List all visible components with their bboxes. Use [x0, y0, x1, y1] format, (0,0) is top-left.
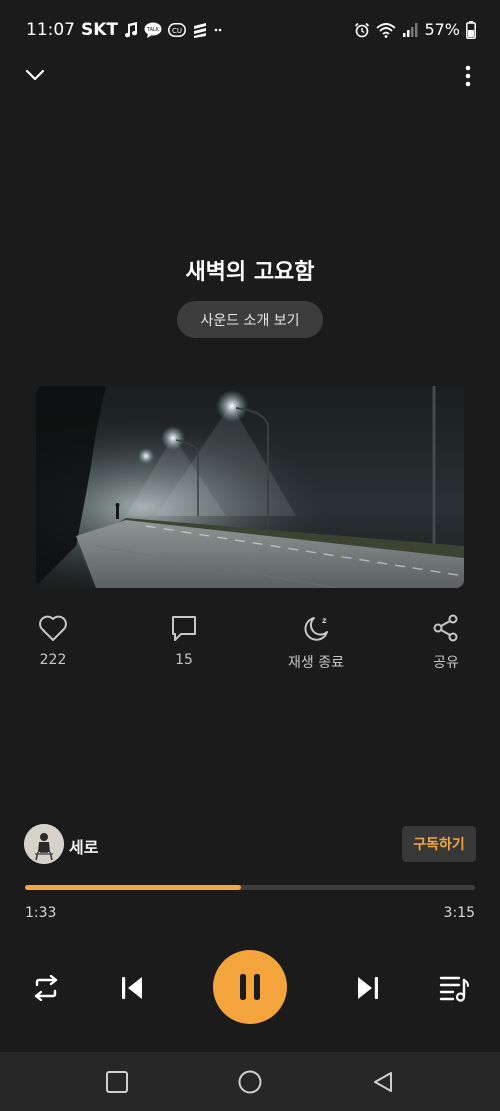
- progress-bar[interactable]: [25, 885, 475, 890]
- comment-button[interactable]: 15: [144, 612, 224, 668]
- recent-apps-button[interactable]: [104, 1069, 130, 1095]
- more-vertical-icon: [465, 65, 471, 87]
- comment-icon: [168, 612, 200, 644]
- sound-intro-button[interactable]: 사운드 소개 보기: [177, 301, 323, 338]
- system-nav-bar: [0, 1052, 500, 1111]
- recent-apps-icon: [106, 1071, 128, 1093]
- repeat-button[interactable]: [28, 972, 64, 1004]
- music-note-icon: [124, 22, 138, 38]
- foggy-road-image: [36, 386, 464, 588]
- playlist-icon: [439, 976, 469, 1002]
- wifi-icon: [376, 22, 397, 38]
- repeat-icon: [34, 975, 58, 1001]
- like-button[interactable]: 222: [13, 612, 93, 668]
- status-time: 11:07: [26, 20, 75, 40]
- progress-fill: [25, 885, 241, 890]
- share-button[interactable]: 공유: [406, 612, 486, 672]
- skip-next-icon: [358, 977, 378, 999]
- track-title: 새벽의 고요함: [185, 260, 315, 285]
- svg-text:CU: CU: [172, 27, 182, 35]
- chevron-down-icon: [25, 69, 45, 81]
- signal-icon: [402, 22, 418, 38]
- more-options-button[interactable]: [460, 64, 476, 88]
- comment-count: 15: [175, 652, 193, 668]
- share-label: 공유: [433, 655, 459, 671]
- svg-text:z: z: [322, 616, 327, 625]
- pause-icon: [240, 974, 260, 1000]
- back-button[interactable]: [370, 1069, 396, 1095]
- more-notifications-icon: [214, 22, 224, 38]
- player-top-bar: [0, 62, 500, 88]
- playlist-button[interactable]: [436, 972, 472, 1004]
- status-bar: 11:07 SKT TALK CU 57%: [0, 0, 500, 62]
- app-icon: [192, 22, 208, 38]
- artist-avatar[interactable]: [24, 824, 64, 864]
- moon-icon: z: [300, 612, 332, 644]
- svg-text:TALK: TALK: [146, 27, 160, 33]
- back-icon: [374, 1072, 392, 1092]
- home-button[interactable]: [237, 1069, 263, 1095]
- artist-name[interactable]: 세로: [69, 834, 98, 858]
- total-time: 3:15: [443, 905, 475, 921]
- kakaotalk-icon: TALK: [144, 22, 162, 38]
- status-right: 57%: [354, 20, 476, 39]
- status-carrier: SKT: [81, 20, 119, 40]
- playback-controls: [0, 950, 500, 1026]
- cu-icon: CU: [168, 23, 186, 37]
- battery-percent: 57%: [424, 20, 460, 39]
- cover-art: [36, 386, 464, 588]
- share-icon: [430, 612, 462, 644]
- status-left: 11:07 SKT TALK CU: [26, 20, 224, 40]
- artist-row: 세로 구독하기: [24, 824, 476, 864]
- skip-previous-icon: [122, 977, 142, 999]
- current-time: 1:33: [25, 905, 57, 921]
- sleep-timer-button[interactable]: z 재생 종료: [276, 612, 356, 672]
- battery-icon: [466, 20, 476, 39]
- heart-icon: [37, 612, 69, 644]
- sleep-timer-label: 재생 종료: [288, 655, 344, 671]
- track-actions: 222 15 z 재생 종료 공유: [0, 612, 500, 674]
- previous-button[interactable]: [114, 972, 150, 1004]
- alarm-icon: [354, 22, 370, 38]
- avatar-image: [24, 824, 64, 864]
- subscribe-button[interactable]: 구독하기: [402, 826, 476, 862]
- like-count: 222: [39, 652, 67, 668]
- next-button[interactable]: [350, 972, 386, 1004]
- collapse-player-button[interactable]: [22, 64, 48, 86]
- home-icon: [238, 1070, 262, 1094]
- pause-button[interactable]: [213, 950, 287, 1024]
